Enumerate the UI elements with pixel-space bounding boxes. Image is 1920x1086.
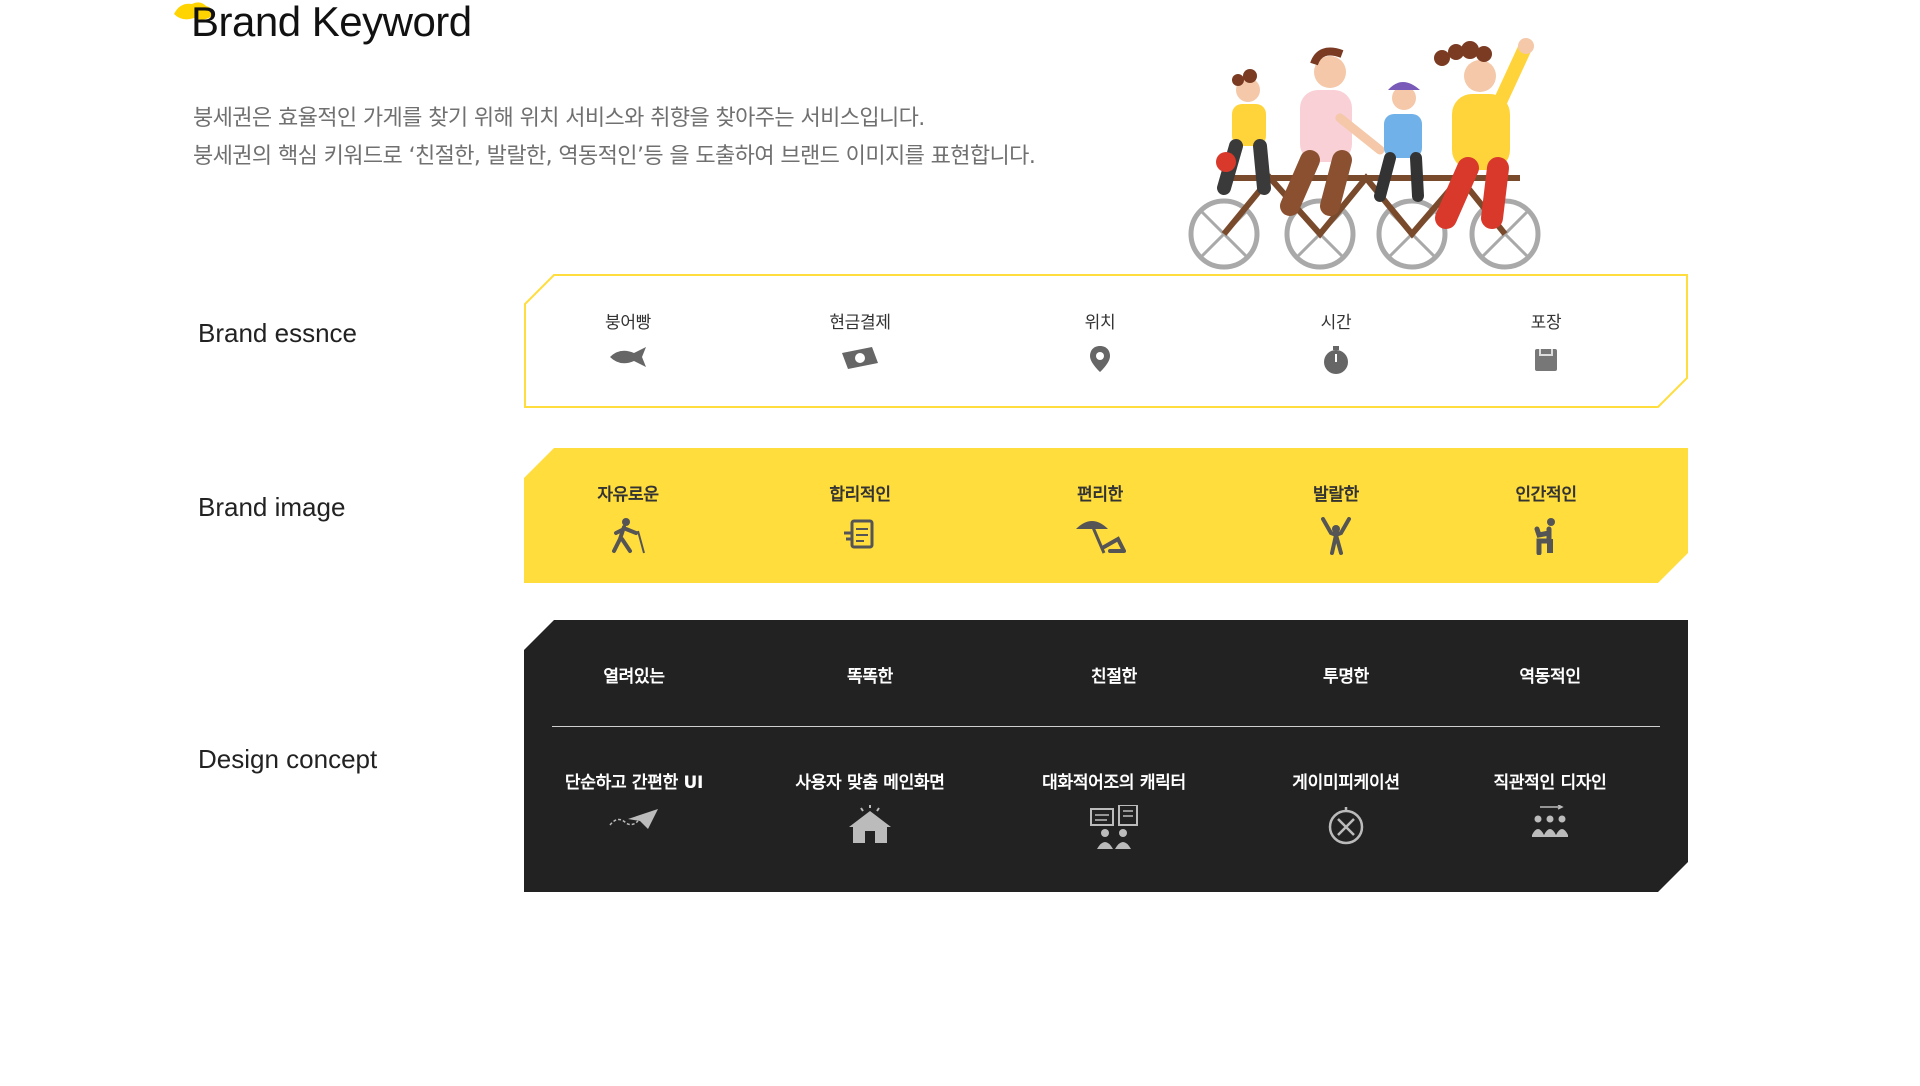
- essence-item-label: 붕어빵: [604, 313, 652, 333]
- keyword-dynamic: 역동적인: [1470, 662, 1630, 687]
- concept-item-label: 단순하고 간편한 UI: [564, 773, 704, 793]
- essence-item-location: 위치: [1020, 308, 1180, 373]
- design-concept-panel: 열려있는 똑똑한 친절한 투명한 역동적인 단순하고 간편한 UI 사용자 맞춤…: [524, 620, 1688, 892]
- keyword-label: 투명한: [1322, 667, 1370, 687]
- concept-item-character: 대화적어조의 캐릭터: [1034, 768, 1194, 851]
- keyword-label: 역동적인: [1519, 667, 1581, 687]
- brand-essence-label: Brand essnce: [198, 318, 357, 348]
- stopwatch-icon: [1324, 346, 1348, 374]
- compass-icon: [1328, 807, 1364, 845]
- essence-item-label: 포장: [1530, 313, 1562, 333]
- keyword-label: 친절한: [1090, 667, 1138, 687]
- description-line-1: 붕세권은 효율적인 가게를 찾기 위해 위치 서비스와 취향을 찾아주는 서비스…: [193, 106, 925, 131]
- page-title: Brand Keyword: [191, 0, 472, 45]
- family-bicycle-illustration: [1188, 38, 1541, 270]
- image-item-rational: 합리적인: [780, 480, 940, 553]
- image-item-label: 자유로운: [597, 485, 659, 505]
- cash-icon: [842, 347, 878, 369]
- cheering-person-icon: [1321, 517, 1351, 555]
- concept-divider: [552, 726, 1660, 727]
- seated-person-icon: [1534, 518, 1555, 555]
- image-item-lively: 발랄한: [1256, 480, 1416, 555]
- essence-item-label: 위치: [1084, 313, 1116, 333]
- concept-item-label: 게이미피케이션: [1292, 773, 1400, 793]
- package-icon: [1535, 349, 1557, 371]
- concept-item-label: 직관적인 디자인: [1493, 773, 1607, 793]
- brand-essence-panel: 붕어빵 현금결제 위치 시간 포장: [524, 274, 1688, 408]
- keyword-label: 열려있는: [603, 667, 665, 687]
- design-concept-label: Design concept: [198, 744, 378, 774]
- description-line-2: 붕세권의 핵심 키워드로 ‘친절한, 발랄한, 역동적인’등 을 도출하여 브랜…: [193, 144, 1036, 169]
- image-item-humane: 인간적인: [1466, 480, 1626, 555]
- image-item-label: 인간적인: [1515, 485, 1577, 505]
- location-pin-icon: [1090, 346, 1110, 372]
- concept-item-simple-ui: 단순하고 간편한 UI: [554, 768, 714, 833]
- image-item-free: 자유로운: [548, 480, 708, 555]
- home-icon: [849, 805, 891, 843]
- essence-item-label: 현금결제: [829, 313, 891, 333]
- image-item-label: 발랄한: [1312, 485, 1360, 505]
- concept-item-label: 사용자 맞춤 메인화면: [795, 773, 945, 793]
- paper-plane-icon: [609, 809, 658, 829]
- concept-item-label: 대화적어조의 캐릭터: [1042, 773, 1186, 793]
- keyword-kind: 친절한: [1034, 662, 1194, 687]
- concept-item-gamification: 게이미피케이션: [1266, 768, 1426, 845]
- chat-people-icon: [1090, 805, 1138, 849]
- hiker-icon: [612, 518, 645, 554]
- essence-item-time: 시간: [1256, 308, 1416, 375]
- essence-item-label: 시간: [1320, 313, 1352, 333]
- brand-image-panel: 자유로운 합리적인 편리한 발랄한 인간적인: [524, 448, 1688, 583]
- essence-item-cash: 현금결제: [780, 308, 940, 371]
- concept-item-intuitive: 직관적인 디자인: [1470, 768, 1630, 839]
- beach-chair-icon: [1076, 521, 1126, 554]
- essence-item-fish: 붕어빵: [548, 308, 708, 369]
- essence-item-package: 포장: [1466, 308, 1626, 373]
- group-icon: [1532, 805, 1568, 837]
- image-item-convenient: 편리한: [1020, 480, 1180, 555]
- concept-item-custom-home: 사용자 맞춤 메인화면: [790, 768, 950, 845]
- brand-image-label: Brand image: [198, 492, 346, 522]
- fish-icon: [610, 347, 646, 367]
- image-item-label: 편리한: [1076, 485, 1124, 505]
- keyword-transparent: 투명한: [1266, 662, 1426, 687]
- document-icon: [844, 519, 874, 549]
- keyword-open: 열려있는: [554, 662, 714, 687]
- image-item-label: 합리적인: [829, 485, 891, 505]
- keyword-label: 똑똑한: [846, 667, 894, 687]
- keyword-smart: 똑똑한: [790, 662, 950, 687]
